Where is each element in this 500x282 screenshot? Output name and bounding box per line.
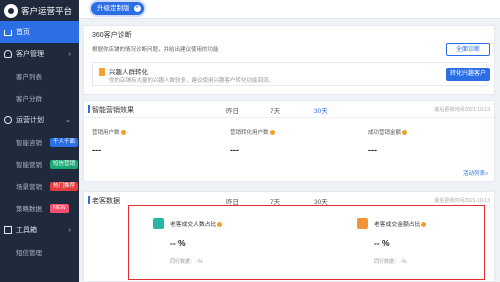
metric-label-text: 营销用户数	[92, 130, 120, 136]
sidebar-item-smart-marketing[interactable]: 智能营销 短信营销	[0, 153, 79, 175]
sidebar-item-label: 策略数据	[16, 206, 42, 213]
sidebar: 客户运营平台 首页 客户管理 › 客户列表 客户分群 运营计划 ⌄ 智能咨销 千…	[0, 0, 79, 282]
metric-value: ---	[230, 145, 239, 155]
period-30-tab[interactable]: 30天	[314, 105, 328, 115]
metric-value: ---	[368, 145, 377, 155]
brand-logo-icon	[4, 3, 18, 18]
app-title: 客户运营平台	[21, 5, 73, 16]
sidebar-group-ops[interactable]: 运营计划 ⌄	[0, 109, 79, 131]
suggestion-title: 兴趣人群转化	[109, 69, 148, 76]
help-icon[interactable]	[217, 221, 223, 227]
panel-description: 根据你店铺的情况诊断问题，并给出建议使用的功能	[92, 47, 219, 53]
clock-icon	[4, 116, 12, 124]
sidebar-item-smart-catch[interactable]: 智能咨销 千人千面	[0, 131, 79, 153]
chevron-right-icon: ›	[68, 50, 71, 58]
sidebar-item-label: 客户分群	[16, 96, 42, 103]
feature-tag: 千人千面	[50, 137, 79, 147]
convert-interest-button[interactable]: 转化兴趣客户	[446, 68, 490, 81]
suggestion-description: 你的店铺有大量的兴趣人数较多，建议使用兴趣客户转化功能回流。	[109, 78, 275, 84]
metric-label: 营销转化用户数	[230, 128, 275, 136]
period-7-tab[interactable]: 7天	[270, 105, 280, 115]
peer-value: -%	[196, 259, 203, 265]
last-update-time: 最后更新时间2021-10-13	[434, 107, 490, 113]
chevron-down-icon: ⌄	[65, 117, 71, 124]
metric-card-value: -- %	[170, 238, 186, 248]
sidebar-item-home[interactable]: 首页	[0, 21, 79, 43]
metric-card-title-text: 老客成交人数占比	[170, 222, 217, 228]
metric-card-title: 老客成交金额占比	[374, 219, 427, 228]
peer-label: 同行数据：	[374, 259, 400, 265]
help-icon[interactable]	[402, 130, 408, 136]
sidebar-item-customer-list[interactable]: 客户列表	[0, 65, 79, 87]
sidebar-item-label: 工具箱	[16, 227, 37, 234]
sidebar-item-sms-manage[interactable]: 短信管理	[0, 241, 79, 263]
sidebar-item-scene-marketing[interactable]: 场景营销 热门推荐	[0, 175, 79, 197]
diagnosis-panel: 360客户诊断 根据你店铺的情况诊断问题，并给出建议使用的功能 全面诊断 兴趣人…	[83, 25, 495, 95]
close-icon[interactable]: ×	[133, 5, 141, 12]
metric-label: 成功营销金额	[368, 128, 408, 136]
new-badge: NEW	[50, 203, 69, 213]
chevron-right-icon: ›	[68, 226, 71, 234]
money-icon	[357, 218, 368, 229]
sidebar-item-label: 客户管理	[16, 51, 44, 58]
suggestion-card: 兴趣人群转化 你的店铺有大量的兴趣人数较多，建议使用兴趣客户转化功能回流。	[92, 62, 487, 86]
sidebar-group-tools[interactable]: 工具箱 ›	[0, 219, 79, 241]
title-accent	[88, 105, 90, 113]
activity-list-link[interactable]: 活动列表»	[463, 169, 488, 177]
metric-card-value: -- %	[374, 238, 390, 248]
divider	[84, 117, 494, 118]
help-icon[interactable]	[269, 130, 275, 136]
help-icon[interactable]	[120, 130, 126, 136]
full-diagnosis-button[interactable]: 全面诊断	[446, 43, 490, 56]
feature-tag: 热门推荐	[50, 181, 79, 191]
person-icon	[153, 218, 164, 229]
brand: 客户运营平台	[0, 0, 79, 21]
sidebar-item-customer-segment[interactable]: 客户分群	[0, 87, 79, 109]
period-yesterday-tab[interactable]: 昨日	[226, 105, 239, 115]
suggestion-icon	[99, 68, 105, 76]
metric-label-text: 成功营销金额	[368, 130, 402, 136]
metric-card-title-text: 老客成交金额占比	[374, 222, 421, 228]
sidebar-group-customer[interactable]: 客户管理 ›	[0, 43, 79, 65]
sidebar-item-label: 场景营销	[16, 184, 42, 191]
feature-tag: 短信营销	[50, 159, 79, 169]
help-icon[interactable]	[421, 221, 427, 227]
metric-label-text: 营销转化用户数	[230, 130, 269, 136]
marketing-effect-panel: 智能营销效果 昨日 7天 30天 最后更新时间2021-10-13 营销用户数 …	[83, 100, 495, 182]
sidebar-item-label: 智能咨销	[16, 140, 42, 147]
home-icon	[4, 30, 12, 36]
panel-title: 智能营销效果	[92, 107, 134, 114]
panel-title: 360客户诊断	[92, 32, 132, 39]
upgrade-label: 升级定制版	[97, 5, 130, 12]
sidebar-item-label: 首页	[16, 29, 30, 36]
top-bar: 升级定制版 ×	[79, 0, 500, 19]
sidebar-item-label: 短信管理	[16, 250, 42, 257]
metric-label: 营销用户数	[92, 128, 126, 136]
toolbox-icon	[4, 226, 12, 234]
sidebar-item-label: 客户列表	[16, 74, 42, 81]
peer-value: -%	[400, 259, 407, 265]
panel-title: 老客数据	[92, 198, 120, 205]
sidebar-item-strategy-data[interactable]: 策略数据 NEW	[0, 197, 79, 219]
peer-label: 同行数据：	[170, 259, 196, 265]
sidebar-item-label: 智能营销	[16, 162, 42, 169]
peer-data: 同行数据： -%	[170, 258, 203, 265]
last-update-time: 最后更新时间2021-10-13	[434, 198, 490, 204]
users-icon	[4, 50, 12, 58]
metric-card-title: 老客成交人数占比	[170, 219, 223, 228]
sidebar-item-label: 运营计划	[16, 117, 44, 124]
title-accent	[88, 196, 90, 204]
peer-data: 同行数据： -%	[374, 258, 407, 265]
metric-value: ---	[92, 145, 101, 155]
upgrade-button[interactable]: 升级定制版 ×	[91, 2, 144, 15]
